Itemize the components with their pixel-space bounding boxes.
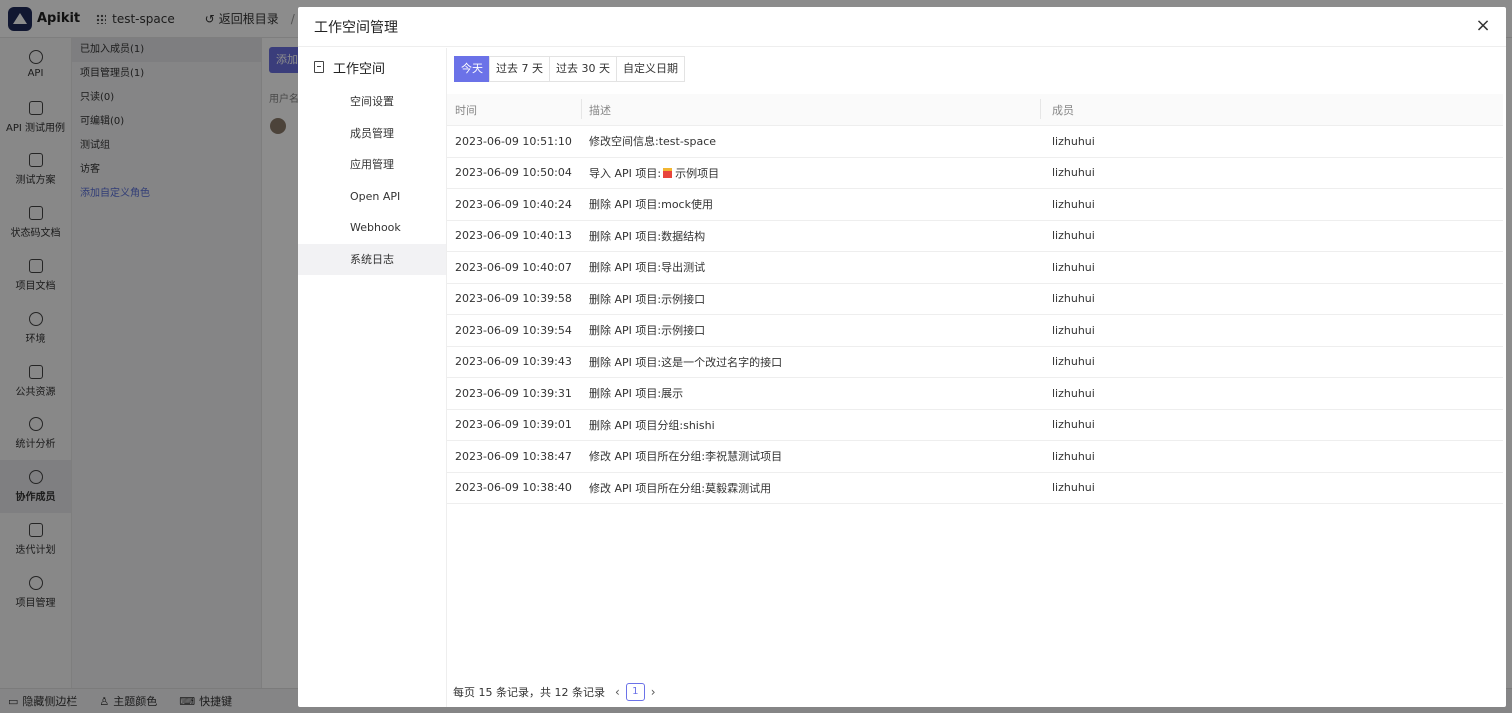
menu-item-app-management[interactable]: 应用管理 bbox=[298, 149, 446, 181]
menu-item-open-api[interactable]: Open API bbox=[298, 181, 446, 213]
gift-icon bbox=[663, 167, 673, 178]
cell-time: 2023-06-09 10:40:24 bbox=[455, 197, 572, 211]
table-row: 2023-06-09 10:38:40 修改 API 项目所在分组:莫毅霖测试用 l… bbox=[447, 473, 1503, 504]
cell-time: 2023-06-09 10:39:31 bbox=[455, 386, 572, 400]
pagination-summary: 每页 15 条记录，共 12 条记录 bbox=[453, 686, 605, 699]
cell-member: lizhuhui bbox=[1052, 418, 1095, 432]
menu-item-webhook[interactable]: Webhook bbox=[298, 212, 446, 244]
cell-time: 2023-06-09 10:39:43 bbox=[455, 355, 572, 369]
date-range-tabs: 今天 过去 7 天 过去 30 天 自定义日期 bbox=[454, 56, 685, 82]
cell-description: 删除 API 项目:展示 bbox=[589, 387, 684, 401]
column-header-time: 时间 bbox=[455, 103, 477, 117]
cell-description: 删除 API 项目:数据结构 bbox=[589, 229, 706, 243]
cell-description: 修改空间信息:test-space bbox=[589, 135, 717, 149]
workspace-management-modal: 工作空间管理 × 工作空间 空间设置 成员管理 应用管理 Open API We… bbox=[298, 7, 1506, 707]
cell-description: 删除 API 项目:示例接口 bbox=[589, 324, 706, 338]
menu-head-label: 工作空间 bbox=[333, 61, 386, 77]
cell-time: 2023-06-09 10:40:13 bbox=[455, 229, 572, 243]
cell-description: 删除 API 项目:这是一个改过名字的接口 bbox=[589, 355, 783, 369]
range-custom-button[interactable]: 自定义日期 bbox=[616, 56, 685, 82]
table-row: 2023-06-09 10:39:31 删除 API 项目:展示 lizhuhui bbox=[447, 378, 1503, 410]
next-page-icon[interactable]: › bbox=[651, 685, 656, 699]
column-header-member: 成员 bbox=[1040, 98, 1074, 119]
table-row: 2023-06-09 10:40:24 删除 API 项目:mock使用 lizhu… bbox=[447, 189, 1503, 221]
cell-time: 2023-06-09 10:39:01 bbox=[455, 418, 572, 432]
table-header: 时间 描述 成员 bbox=[447, 94, 1503, 126]
cell-time: 2023-06-09 10:40:07 bbox=[455, 260, 572, 274]
cell-time: 2023-06-09 10:51:10 bbox=[455, 134, 572, 148]
table-row: 2023-06-09 10:39:01 删除 API 项目分组:shishi liz… bbox=[447, 410, 1503, 441]
table-row: 2023-06-09 10:39:54 删除 API 项目:示例接口 lizhuhu… bbox=[447, 315, 1503, 347]
cell-description: 删除 API 项目分组:shishi bbox=[589, 418, 715, 432]
cell-member: lizhuhui bbox=[1052, 323, 1095, 337]
column-header-description: 描述 bbox=[581, 98, 1040, 119]
cell-description: 修改 API 项目所在分组:莫毅霖测试用 bbox=[589, 481, 772, 495]
cell-time: 2023-06-09 10:39:58 bbox=[455, 292, 572, 306]
cell-member: lizhuhui bbox=[1052, 260, 1095, 274]
range-today-button[interactable]: 今天 bbox=[454, 56, 490, 82]
cell-member: lizhuhui bbox=[1052, 197, 1095, 211]
table-row: 2023-06-09 10:50:04 导入 API 项目: 示例项目 lizhuhu… bbox=[447, 158, 1503, 189]
cell-member: lizhuhui bbox=[1052, 134, 1095, 148]
table-row: 2023-06-09 10:51:10 修改空间信息:test-space lizh… bbox=[447, 126, 1503, 158]
cell-description: 导入 API 项目: 示例项目 bbox=[581, 165, 1040, 181]
cell-time: 2023-06-09 10:50:04 bbox=[455, 166, 572, 180]
cell-member: lizhuhui bbox=[1052, 481, 1095, 495]
cell-description-text: 示例项目 bbox=[675, 166, 720, 180]
cell-description: 删除 API 项目:示例接口 bbox=[589, 292, 706, 306]
modal-header: 工作空间管理 × bbox=[298, 7, 1506, 47]
system-log-content: 今天 过去 7 天 过去 30 天 自定义日期 时间 描述 成员 2023-06… bbox=[447, 48, 1506, 707]
modal-menu: 工作空间 空间设置 成员管理 应用管理 Open API Webhook 系统日… bbox=[298, 48, 447, 707]
document-icon bbox=[314, 61, 324, 73]
prev-page-icon[interactable]: ‹ bbox=[615, 685, 620, 699]
cell-member: lizhuhui bbox=[1052, 229, 1095, 243]
cell-time: 2023-06-09 10:38:40 bbox=[455, 481, 572, 495]
table-row: 2023-06-09 10:40:13 删除 API 项目:数据结构 lizhuhu… bbox=[447, 221, 1503, 252]
cell-description-prefix: 导入 API 项目: bbox=[589, 166, 662, 180]
cell-time: 2023-06-09 10:38:47 bbox=[455, 449, 572, 463]
range-7-days-button[interactable]: 过去 7 天 bbox=[489, 56, 550, 82]
cell-member: lizhuhui bbox=[1052, 292, 1095, 306]
table-row: 2023-06-09 10:39:58 删除 API 项目:示例接口 lizhuhu… bbox=[447, 284, 1503, 315]
menu-item-member-management[interactable]: 成员管理 bbox=[298, 118, 446, 150]
menu-item-system-log[interactable]: 系统日志 bbox=[298, 243, 446, 275]
close-icon[interactable]: × bbox=[1474, 17, 1492, 35]
modal-title: 工作空间管理 bbox=[314, 19, 398, 36]
cell-member: lizhuhui bbox=[1052, 355, 1095, 369]
cell-member: lizhuhui bbox=[1052, 166, 1095, 180]
range-30-days-button[interactable]: 过去 30 天 bbox=[549, 56, 617, 82]
log-table: 时间 描述 成员 2023-06-09 10:51:10 修改空间信息:test-… bbox=[447, 94, 1503, 504]
table-row: 2023-06-09 10:38:47 修改 API 项目所在分组:李祝慧测试项目… bbox=[447, 441, 1503, 473]
watermark: @稀土掘金技术社区 bbox=[1342, 679, 1500, 699]
cell-member: lizhuhui bbox=[1052, 449, 1095, 463]
cell-description: 删除 API 项目:导出测试 bbox=[589, 261, 706, 275]
cell-description: 删除 API 项目:mock使用 bbox=[589, 198, 713, 212]
cell-member: lizhuhui bbox=[1052, 386, 1095, 400]
table-row: 2023-06-09 10:39:43 删除 API 项目:这是一个改过名字的接口… bbox=[447, 347, 1503, 378]
cell-time: 2023-06-09 10:39:54 bbox=[455, 323, 572, 337]
menu-item-space-settings[interactable]: 空间设置 bbox=[298, 86, 446, 118]
menu-head-workspace[interactable]: 工作空间 bbox=[298, 48, 446, 86]
cell-description: 修改 API 项目所在分组:李祝慧测试项目 bbox=[589, 450, 783, 464]
table-row: 2023-06-09 10:40:07 删除 API 项目:导出测试 lizhuhu… bbox=[447, 252, 1503, 284]
page-number-button[interactable]: 1 bbox=[625, 683, 645, 701]
